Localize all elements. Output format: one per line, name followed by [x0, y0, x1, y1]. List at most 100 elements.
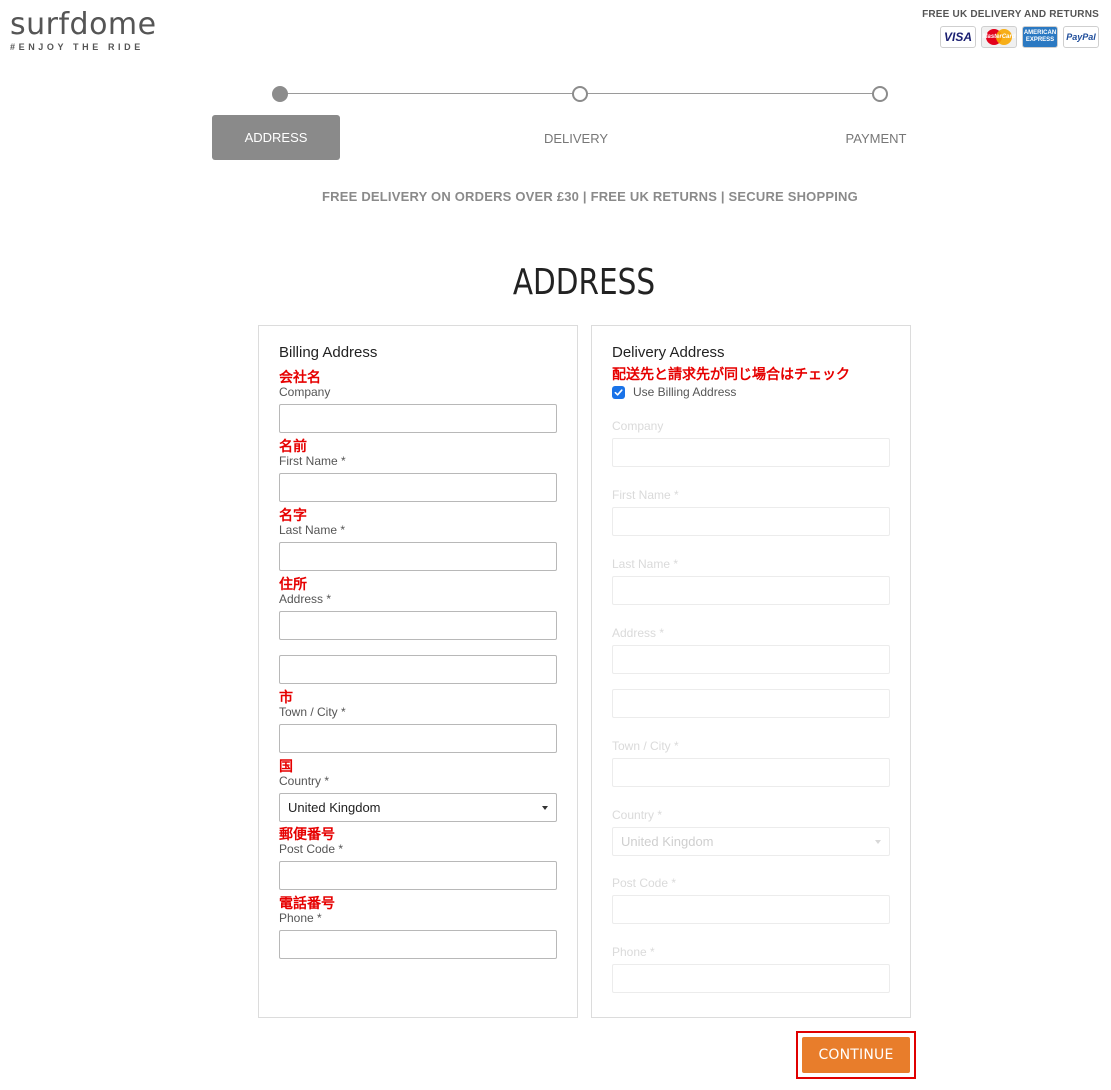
required-mark: *: [674, 739, 679, 753]
delivery-panel-title: Delivery Address: [612, 344, 725, 361]
logo-tagline: #ENJOY THE RIDE: [10, 42, 144, 52]
visa-text: VISA: [943, 30, 972, 44]
surfdome-logo[interactable]: surfdome #ENJOY THE RIDE: [10, 7, 157, 53]
billing-address-line1-input[interactable]: [279, 611, 557, 640]
billing-first-name-input[interactable]: [279, 473, 557, 502]
billing-post-code-label: Post Code *: [279, 842, 343, 856]
mastercard-icon: MasterCard: [981, 26, 1017, 48]
step-address-label: ADDRESS: [244, 130, 308, 145]
required-mark: *: [324, 774, 330, 788]
jp-annotation-last-name: 名字: [279, 507, 307, 523]
mastercard-text: MasterCard: [982, 34, 1016, 40]
delivery-post-code-label-text: Post Code: [612, 876, 669, 890]
delivery-post-code-input[interactable]: [612, 895, 890, 924]
step-dot-payment: [872, 86, 888, 102]
chevron-down-icon: [875, 839, 881, 844]
step-dot-address: [272, 86, 288, 102]
required-mark: *: [340, 523, 346, 537]
paypal-text: PayPal: [1066, 32, 1096, 42]
billing-post-code-label-text: Post Code: [279, 842, 336, 856]
check-icon: [614, 388, 623, 396]
billing-country-select[interactable]: United Kingdom: [279, 793, 557, 822]
delivery-country-select[interactable]: United Kingdom: [612, 827, 890, 856]
billing-first-name-label-text: First Name: [279, 454, 338, 468]
delivery-first-name-input[interactable]: [612, 507, 890, 536]
jp-annotation-company: 会社名: [279, 369, 321, 385]
use-billing-label: Use Billing Address: [633, 385, 737, 399]
delivery-last-name-label-text: Last Name: [612, 557, 671, 571]
delivery-city-label-text: Town / City: [612, 739, 671, 753]
page-title: ADDRESS: [512, 262, 656, 303]
visa-card-icon: VISA: [940, 26, 976, 48]
logo-wordmark: surfdome: [10, 7, 157, 42]
billing-city-label: Town / City *: [279, 705, 346, 719]
step-address[interactable]: ADDRESS: [212, 115, 340, 160]
required-mark: *: [317, 911, 322, 925]
billing-city-input[interactable]: [279, 724, 557, 753]
billing-city-label-text: Town / City: [279, 705, 338, 719]
billing-first-name-label: First Name *: [279, 454, 346, 468]
delivery-post-code-label: Post Code *: [612, 876, 676, 890]
amex-text-top: AMERICAN: [1023, 30, 1057, 36]
delivery-first-name-label-text: First Name: [612, 488, 671, 502]
delivery-city-input[interactable]: [612, 758, 890, 787]
required-mark: *: [673, 557, 679, 571]
step-dot-delivery: [572, 86, 588, 102]
billing-country-value: United Kingdom: [288, 800, 381, 815]
billing-post-code-input[interactable]: [279, 861, 557, 890]
chevron-down-icon: [542, 805, 548, 810]
delivery-company-input[interactable]: [612, 438, 890, 467]
use-billing-checkbox[interactable]: [612, 385, 625, 399]
benefits-banner: FREE DELIVERY ON ORDERS OVER £30 | FREE …: [322, 189, 858, 204]
jp-annotation-address: 住所: [279, 576, 307, 592]
amex-text-bottom: EXPRESS: [1025, 37, 1055, 43]
billing-address-line2-input[interactable]: [279, 655, 557, 684]
step-delivery[interactable]: DELIVERY: [512, 131, 640, 146]
billing-last-name-label-text: Last Name: [279, 523, 338, 537]
delivery-phone-label: Phone *: [612, 945, 655, 959]
promo-text: FREE UK DELIVERY AND RETURNS: [922, 9, 1099, 20]
required-mark: *: [338, 842, 344, 856]
required-mark: *: [341, 705, 346, 719]
delivery-address-line1-input[interactable]: [612, 645, 890, 674]
delivery-phone-input[interactable]: [612, 964, 890, 993]
billing-country-label: Country *: [279, 774, 329, 788]
delivery-phone-label-text: Phone: [612, 945, 647, 959]
delivery-company-label-text: Company: [612, 419, 664, 433]
required-mark: *: [657, 808, 663, 822]
required-mark: *: [650, 945, 655, 959]
jp-annotation-first-name: 名前: [279, 438, 307, 454]
delivery-address-label: Address *: [612, 626, 664, 640]
required-mark: *: [671, 876, 677, 890]
step-payment[interactable]: PAYMENT: [812, 131, 940, 146]
continue-button[interactable]: CONTINUE: [802, 1037, 910, 1073]
billing-address-panel: Billing Address 会社名 Company 名前 First Nam…: [258, 325, 578, 1018]
delivery-country-value: United Kingdom: [621, 834, 714, 849]
billing-company-label-text: Company: [279, 385, 331, 399]
required-mark: *: [659, 626, 665, 640]
amex-card-icon: AMERICAN EXPRESS: [1022, 26, 1058, 48]
billing-company-input[interactable]: [279, 404, 557, 433]
billing-address-label: Address *: [279, 592, 331, 606]
delivery-last-name-label: Last Name *: [612, 557, 678, 571]
delivery-country-label-text: Country: [612, 808, 655, 822]
billing-company-label: Company: [279, 385, 330, 399]
payment-cards: VISA MasterCard AMERICAN EXPRESS PayPal: [922, 26, 1099, 48]
billing-panel-title: Billing Address: [279, 344, 378, 361]
billing-last-name-label: Last Name *: [279, 523, 345, 537]
jp-annotation-use-billing: 配送先と請求先が同じ場合はチェック: [612, 366, 850, 382]
delivery-address-label-text: Address: [612, 626, 657, 640]
delivery-address-line2-input[interactable]: [612, 689, 890, 718]
header-promo: FREE UK DELIVERY AND RETURNS VISA Master…: [922, 9, 1099, 48]
required-mark: *: [674, 488, 679, 502]
billing-phone-label: Phone *: [279, 911, 322, 925]
billing-phone-input[interactable]: [279, 930, 557, 959]
delivery-company-label: Company: [612, 419, 663, 433]
billing-phone-label-text: Phone: [279, 911, 314, 925]
delivery-address-panel: Delivery Address 配送先と請求先が同じ場合はチェック Use B…: [591, 325, 911, 1018]
billing-address-label-text: Address: [279, 592, 324, 606]
delivery-last-name-input[interactable]: [612, 576, 890, 605]
use-billing-row[interactable]: Use Billing Address: [612, 385, 736, 399]
billing-last-name-input[interactable]: [279, 542, 557, 571]
jp-annotation-city: 市: [279, 689, 293, 705]
